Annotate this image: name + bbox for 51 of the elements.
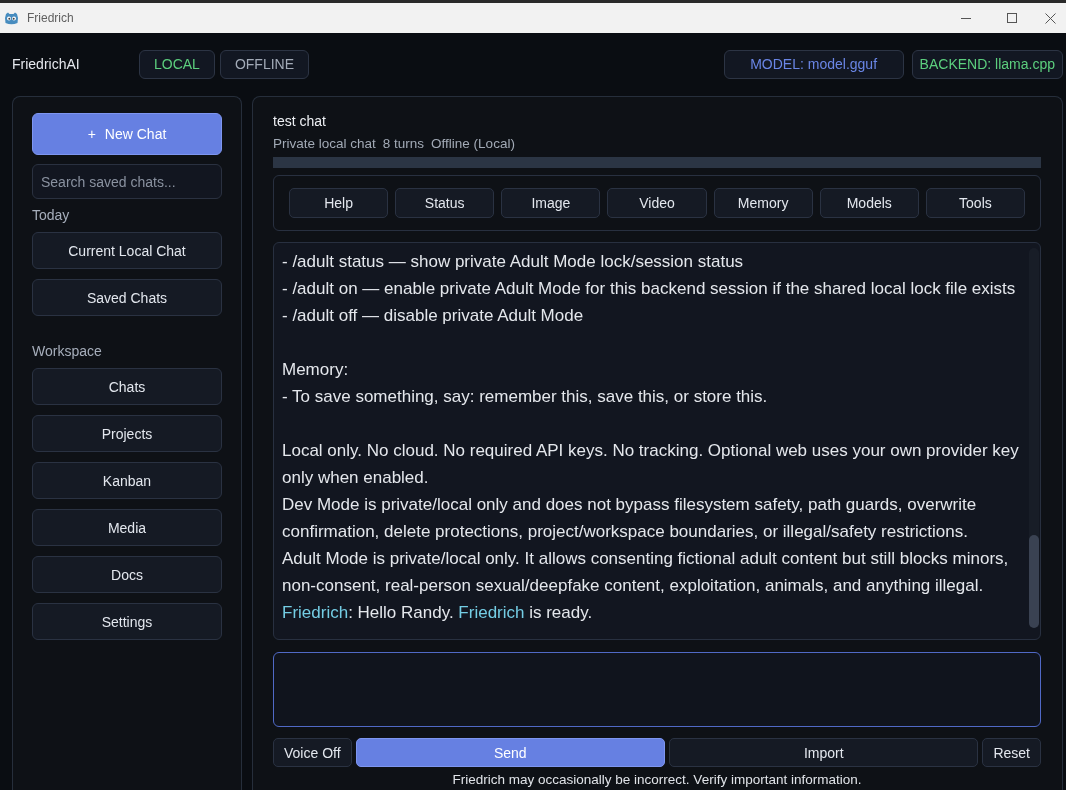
section-label: Today <box>32 206 71 225</box>
disclaimer-text: Friedrich may occasionally be incorrect. Verify important information. <box>451 771 863 788</box>
scrollbar-thumb[interactable] <box>1029 535 1039 628</box>
sidebar-item[interactable]: Current Local Chat <box>32 232 222 269</box>
command-button[interactable]: Memory <box>713 188 813 218</box>
minimize-icon <box>961 17 971 19</box>
window-title: Friedrich <box>27 10 74 26</box>
search-field[interactable]: Search saved chats... <box>32 164 222 199</box>
plus-icon: + <box>87 125 96 143</box>
scrollbar[interactable] <box>1029 248 1039 628</box>
status-badge: MODEL: model.gguf <box>723 49 904 79</box>
message-input[interactable] <box>273 652 1041 727</box>
command-button[interactable]: Tools <box>925 188 1025 218</box>
maximize-icon <box>1007 13 1017 23</box>
command-button[interactable]: Image <box>501 188 601 218</box>
chat-meta-text: Offline (Local) <box>431 135 515 153</box>
status-badge: BACKEND: llama.cpp <box>911 49 1063 79</box>
transcript-line: Dev Mode is private/local only and does not bypass filesystem safety, path guards, overwrite confirmation, delete protections, project/workspace boundaries, or illegal/safety restrictions. <box>282 494 978 543</box>
mode-badge: OFFLINE <box>219 49 310 79</box>
transcript-line: - /adult status — show private Adult Mode lock/session status <box>282 251 745 273</box>
sidebar-item[interactable]: Docs <box>32 556 222 593</box>
mode-badge: LOCAL <box>139 49 215 79</box>
transcript-line: - /adult off — disable private Adult Mode <box>282 305 585 327</box>
transcript-line: Adult Mode is private/local only. It allows consenting fictional adult content but still blocks minors, non-consent, real-person sexual/deepfake content, exploitation, animals, and anything illegal. <box>282 548 1010 597</box>
transcript-line: Local only. No cloud. No required API keys. No tracking. Optional web uses your own provider key only when enabled. <box>282 440 1020 489</box>
close-icon <box>1045 12 1056 24</box>
transcript-line: Memory: <box>282 359 350 381</box>
command-button[interactable]: Help <box>289 188 389 218</box>
chat-meta-text: 8 turns <box>382 135 425 153</box>
command-button[interactable]: Status <box>395 188 495 218</box>
section-label: Workspace <box>32 342 103 361</box>
sidebar-item[interactable]: Media <box>32 509 222 546</box>
sidebar-item[interactable]: Settings <box>32 603 222 640</box>
chat-meta-text: Private local chat <box>273 135 376 153</box>
app-name: FriedrichAI <box>12 55 81 73</box>
sidebar-item[interactable]: Projects <box>32 415 222 452</box>
transcript-line: Friedrich: Hello Randy. Friedrich is ready. <box>282 602 594 624</box>
sidebar-item[interactable]: Saved Chats <box>32 279 222 316</box>
chat-title: test chat <box>273 112 327 131</box>
robot-head-icon <box>4 10 19 26</box>
command-button[interactable]: Video <box>607 188 707 218</box>
command-button[interactable]: Models <box>819 188 919 218</box>
action-button[interactable]: Import <box>669 738 979 767</box>
action-button[interactable]: Send <box>355 738 665 767</box>
transcript-line: - /adult on — enable private Adult Mode for this backend session if the shared local lock file exists <box>282 278 1017 300</box>
action-button[interactable]: Reset <box>982 738 1041 767</box>
transcript-line: - To save something, say: remember this, save this, or store this. <box>282 386 769 408</box>
action-button[interactable]: Voice Off <box>273 738 352 767</box>
sidebar-item[interactable]: Chats <box>32 368 222 405</box>
new-chat-button[interactable]: + New Chat <box>32 113 222 155</box>
sidebar-item[interactable]: Kanban <box>32 462 222 499</box>
